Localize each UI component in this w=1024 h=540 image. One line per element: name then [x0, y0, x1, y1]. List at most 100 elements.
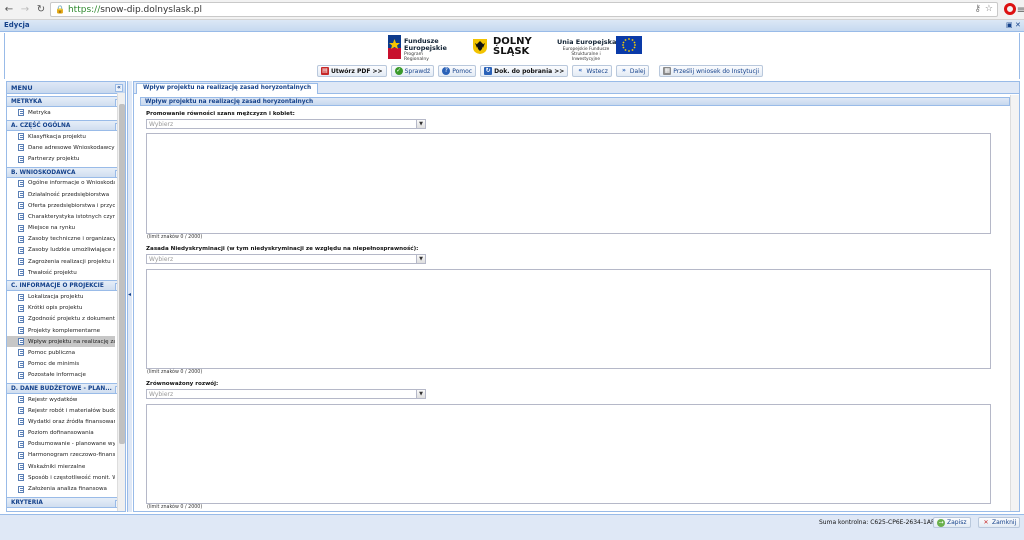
field-non-discrimination-select[interactable]: Wybierz ▼: [146, 254, 426, 264]
sidebar-item-label: Podsumowanie - planowane wyda: [28, 441, 115, 448]
check-label: Sprawdź: [404, 67, 431, 75]
document-icon: [18, 179, 24, 187]
tab-horizontal-principles[interactable]: Wpływ projektu na realizację zasad horyz…: [136, 83, 319, 94]
sidebar-item[interactable]: Założenia analiza finansowa: [7, 483, 115, 494]
sidebar-item[interactable]: Wskaźniki mierzalne: [7, 461, 115, 472]
sidebar-item[interactable]: Partnerzy projektu: [7, 154, 115, 165]
field-non-discrimination-textarea[interactable]: [146, 269, 991, 369]
menu-icon[interactable]: ≡: [1014, 3, 1024, 17]
document-icon: [18, 338, 24, 346]
sidebar-section-header[interactable]: C. INFORMACJE O PROJEKCIE⌃: [7, 280, 125, 292]
chevron-down-icon[interactable]: ▼: [416, 120, 425, 128]
sidebar-item[interactable]: Zgodność projektu z dokumentam: [7, 314, 115, 325]
address-bar[interactable]: 🔒 https:// snow-dip.dolnyslask.pl ⚷ ☆: [50, 2, 998, 17]
sidebar-section-title: D. DANE BUDŻETOWE - PLAN...: [11, 385, 112, 392]
field-equal-opportunities-textarea[interactable]: [146, 133, 991, 234]
field-equal-opportunities-select[interactable]: Wybierz ▼: [146, 119, 426, 129]
sidebar-item[interactable]: Projekty komplementarne: [7, 325, 115, 336]
field-equal-opportunities-label: Promowanie równości szans mężczyzn i kob…: [146, 111, 295, 117]
close-icon[interactable]: ✕: [1015, 21, 1021, 29]
sidebar-item[interactable]: Zasoby techniczne i organizacyjne: [7, 234, 115, 245]
check-button[interactable]: ✓ Sprawdź: [390, 65, 435, 77]
sidebar-scrollbar[interactable]: [117, 93, 125, 511]
sidebar-item[interactable]: Sposób i częstotliwość monit. Wsk: [7, 472, 115, 483]
key-icon[interactable]: ⚷: [974, 4, 981, 14]
star-icon[interactable]: ☆: [985, 4, 993, 14]
pdf-icon: ▤: [321, 67, 329, 75]
sidebar-item[interactable]: Trwałość projektu: [7, 267, 115, 278]
sidebar-item[interactable]: Wydatki oraz źródła finansowania: [7, 416, 115, 427]
field-non-discrimination-limit: (limit znaków 0 / 2000): [147, 370, 203, 375]
sidebar-item-label: Zasoby ludzkie umożliwiające real: [28, 247, 115, 254]
sidebar-item[interactable]: Pomoc publiczna: [7, 347, 115, 358]
sidebar-item-label: Charakterystyka istotnych czynnik: [28, 213, 115, 220]
sidebar-item[interactable]: Dane adresowe Wnioskodawcy: [7, 142, 115, 153]
download-docs-label: Dok. do pobrania >>: [494, 67, 565, 75]
submit-application-button[interactable]: ▦ Prześlij wniosek do Instytucji: [659, 65, 764, 77]
reload-icon[interactable]: ↻: [34, 3, 48, 17]
sidebar-item[interactable]: Lokalizacja projektu: [7, 291, 115, 302]
document-icon: [18, 349, 24, 357]
sidebar-item[interactable]: Ogólne informacje o Wnioskodaw: [7, 178, 115, 189]
sidebar-item-label: Partnerzy projektu: [28, 156, 80, 163]
sidebar-section-header[interactable]: A. CZĘŚĆ OGÓLNA⌃: [7, 120, 125, 132]
sidebar-section-header[interactable]: KRYTERIA⌃: [7, 496, 125, 508]
back-label: Wstecz: [586, 67, 608, 75]
document-icon: [18, 109, 24, 117]
help-button[interactable]: ? Pomoc: [438, 65, 477, 77]
close-button[interactable]: ✕ Zamknij: [978, 517, 1021, 528]
sidebar-item[interactable]: Zagrożenia realizacji projektu i sp: [7, 256, 115, 267]
download-docs-button[interactable]: ↻ Dok. do pobrania >>: [480, 65, 569, 77]
eu-flag-icon: [616, 36, 642, 54]
create-pdf-button[interactable]: ▤ Utwórz PDF >>: [317, 65, 387, 77]
chevron-down-icon[interactable]: ▼: [416, 255, 425, 263]
sidebar-item[interactable]: Działalność przedsiębiorstwa: [7, 189, 115, 200]
collapse-sidebar-icon[interactable]: «: [115, 84, 123, 92]
sidebar-item[interactable]: Rejestr wydatków: [7, 394, 115, 405]
sidebar-section-header[interactable]: B. WNIOSKODAWCA⌃: [7, 166, 125, 178]
forward-arrow-icon[interactable]: →: [18, 3, 32, 17]
sidebar-section-header[interactable]: METRYKA⌃: [7, 96, 125, 107]
sidebar-item[interactable]: Rejestr robót i materiałów budow: [7, 405, 115, 416]
document-icon: [18, 224, 24, 232]
back-arrow-icon[interactable]: ←: [2, 3, 16, 17]
sidebar-item[interactable]: Wpływ projektu na realizację zasa: [7, 336, 115, 348]
back-button[interactable]: « Wstecz: [572, 65, 612, 77]
sidebar-item[interactable]: Pomoc de minimis: [7, 359, 115, 370]
splitter-arrow-icon[interactable]: ◂: [128, 291, 131, 298]
select-placeholder: Wybierz: [149, 391, 174, 398]
lock-icon: 🔒: [55, 5, 65, 14]
restore-icon[interactable]: ▣: [1006, 21, 1013, 29]
window-title: Edycja: [4, 21, 30, 29]
chevron-down-icon[interactable]: ▼: [416, 390, 425, 398]
select-placeholder: Wybierz: [149, 256, 174, 263]
sidebar-section-header[interactable]: D. DANE BUDŻETOWE - PLAN...⌃: [7, 382, 125, 394]
sidebar-scroll-thumb[interactable]: [119, 104, 125, 444]
sidebar-item[interactable]: Oferta przedsiębiorstwa i przycho: [7, 200, 115, 211]
next-button[interactable]: » Dalej: [615, 65, 650, 77]
close-x-icon: ✕: [983, 518, 989, 526]
document-icon: [18, 293, 24, 301]
url-scheme: https://: [67, 4, 101, 15]
sidebar-item-label: Klasyfikacja projektu: [28, 133, 86, 140]
sidebar-item[interactable]: Zasoby ludzkie umożliwiające real: [7, 245, 115, 256]
ue-line2: Europejskie Fundusze Strukturalne i Inwe…: [562, 47, 610, 62]
sidebar-item[interactable]: Metryka: [7, 107, 115, 118]
sidebar-item[interactable]: Miejsce na rynku: [7, 223, 115, 234]
field-sustainable-development-select[interactable]: Wybierz ▼: [146, 389, 426, 399]
main-scrollbar[interactable]: [1010, 95, 1019, 511]
sidebar-item[interactable]: Harmonogram rzeczowo-finansow: [7, 450, 115, 461]
save-button[interactable]: → Zapisz: [933, 517, 971, 528]
sidebar-item[interactable]: Podsumowanie - planowane wyda: [7, 439, 115, 450]
sidebar-item[interactable]: Poziom dofinansowania: [7, 428, 115, 439]
sidebar-section-title: B. WNIOSKODAWCA: [11, 169, 76, 176]
sidebar-splitter[interactable]: ◂: [127, 81, 132, 512]
document-icon: [18, 440, 24, 448]
sidebar-item[interactable]: Charakterystyka istotnych czynnik: [7, 211, 115, 222]
field-sustainable-development-textarea[interactable]: [146, 404, 991, 504]
sidebar-item-label: Projekty komplementarne: [28, 327, 101, 334]
sidebar-section-title: METRYKA: [11, 99, 43, 105]
sidebar-item[interactable]: Krótki opis projektu: [7, 303, 115, 314]
sidebar-item[interactable]: Pozostałe informacje: [7, 370, 115, 381]
sidebar-item[interactable]: Klasyfikacja projektu: [7, 131, 115, 142]
